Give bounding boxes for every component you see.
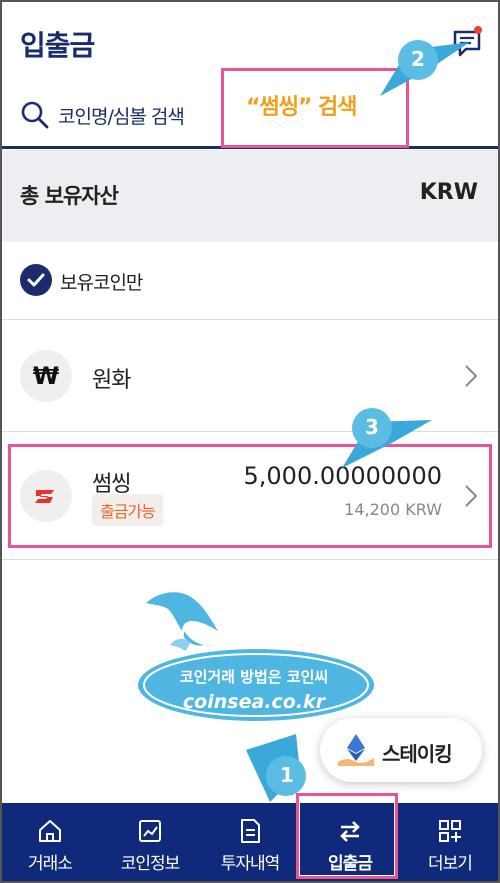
more-grid-icon	[439, 820, 461, 842]
held-coins-filter[interactable]: 보유코인만	[0, 242, 500, 320]
nav-label: 거래소	[28, 854, 73, 874]
nav-item-exchange[interactable]: 거래소	[2, 803, 98, 883]
svg-text:₩: ₩	[33, 362, 60, 390]
step-marker-3: 3	[336, 398, 446, 488]
checkbox[interactable]	[20, 264, 52, 296]
chevron-right-icon	[465, 365, 478, 387]
page-title: 입출금	[20, 29, 95, 62]
check-icon	[27, 273, 45, 287]
step-marker-2: 2	[374, 20, 484, 110]
coin-name: 원화	[92, 368, 131, 393]
dolphin-logo-icon: 코인거래 방법은 코인씨 coinsea.co.kr	[138, 592, 374, 721]
search-hint-text: “썸씽” 검색	[246, 95, 358, 120]
search-icon	[21, 101, 49, 129]
staking-label: 스테이킹	[382, 742, 453, 766]
won-icon: ₩	[20, 350, 72, 402]
filter-label: 보유코인만	[60, 272, 143, 294]
search-input[interactable]: 코인명/심볼 검색	[58, 102, 185, 129]
nav-label: 더보기	[428, 854, 473, 874]
watermark-line1: 코인거래 방법은 코인씨	[180, 668, 328, 686]
home-icon	[39, 820, 61, 842]
nav-item-coin-info[interactable]: 코인정보	[102, 803, 198, 883]
chart-icon	[139, 820, 161, 842]
total-assets-bar: 총 보유자산 KRW	[0, 150, 500, 242]
nav-item-more[interactable]: 더보기	[402, 803, 498, 883]
nav-label: 코인정보	[120, 854, 181, 874]
step-marker-number: 1	[280, 763, 294, 787]
step-marker-1: 1	[240, 732, 350, 822]
watermark-line2: coinsea.co.kr	[183, 691, 327, 713]
total-assets-label: 총 보유자산	[20, 184, 119, 208]
step-marker-number: 3	[365, 415, 379, 439]
step-marker-number: 2	[411, 47, 425, 71]
nav-label: 투자내역	[220, 854, 281, 874]
currency-label[interactable]: KRW	[420, 180, 478, 205]
watermark: 코인거래 방법은 코인씨 coinsea.co.kr	[134, 585, 378, 725]
